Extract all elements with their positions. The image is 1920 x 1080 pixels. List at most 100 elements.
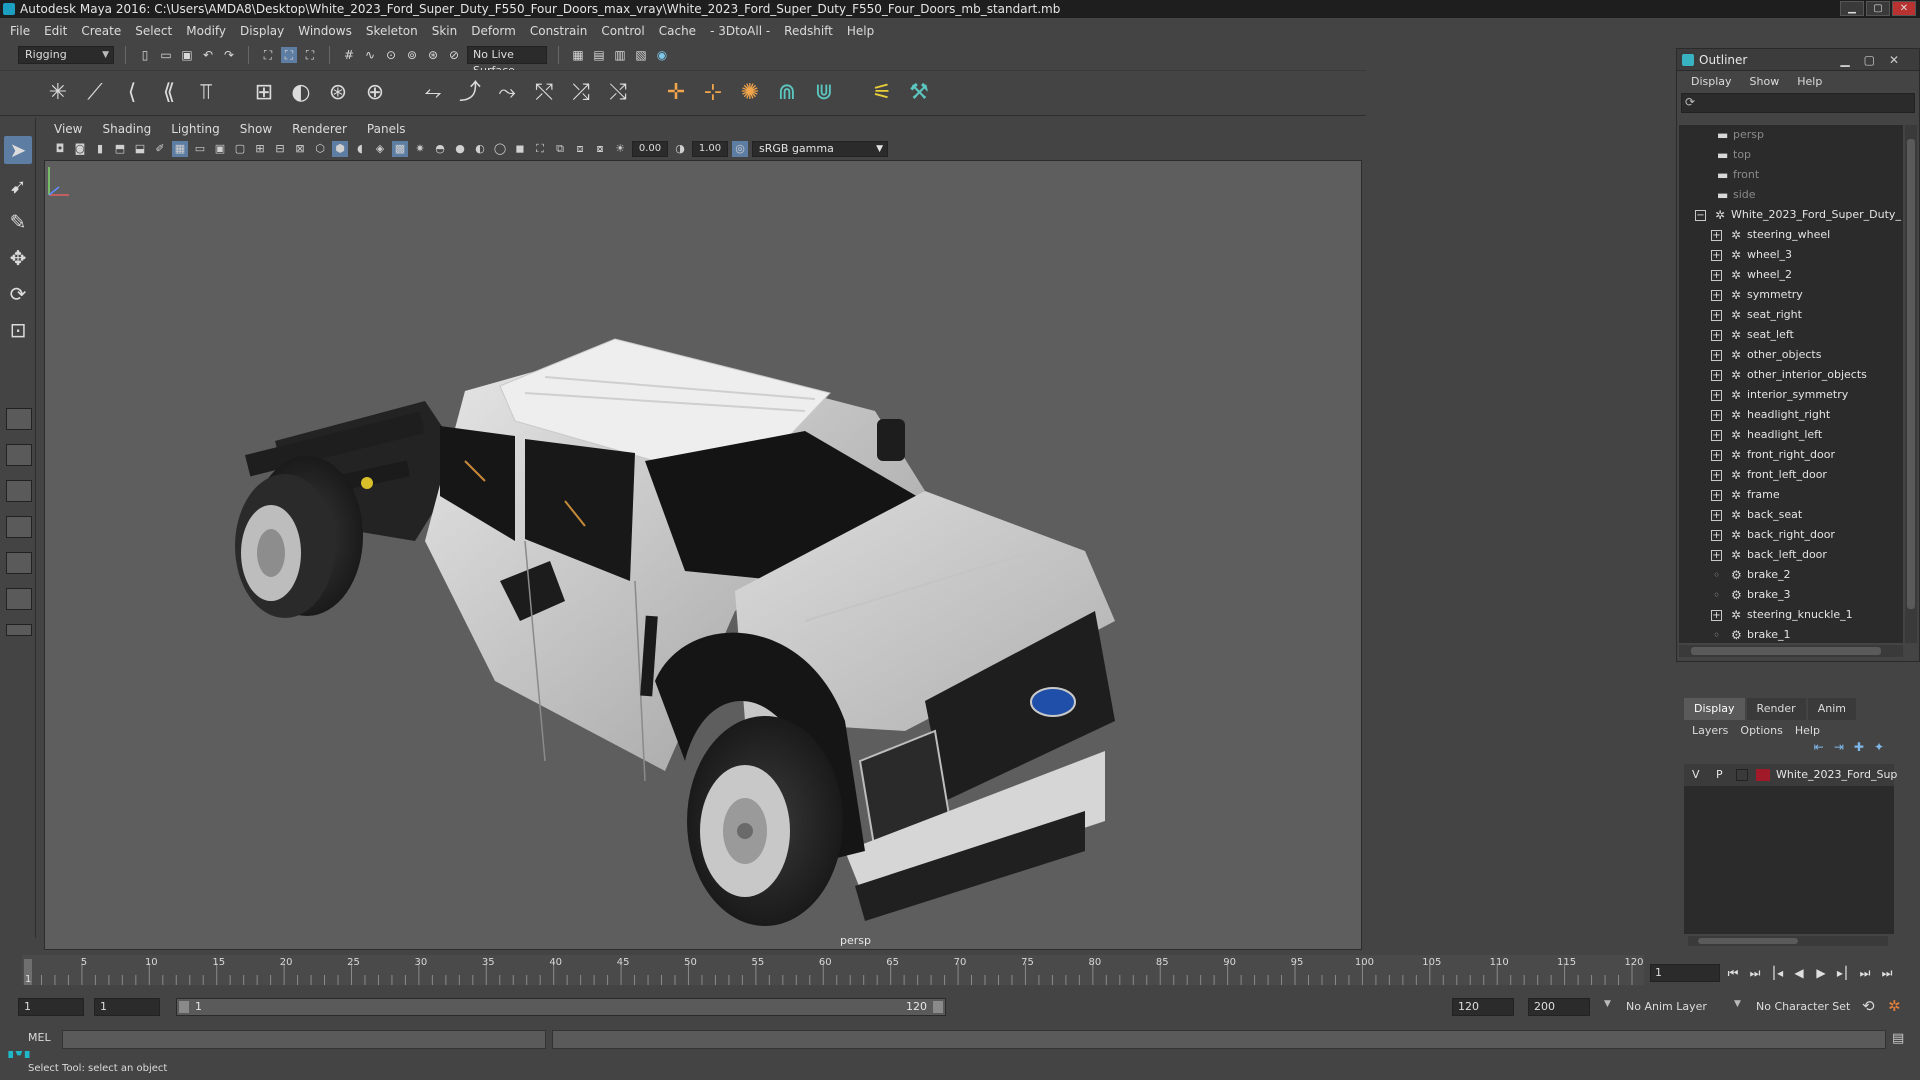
snap-grid-icon[interactable]: # bbox=[341, 47, 357, 63]
auto-key-icon[interactable]: ⟲ bbox=[1862, 997, 1875, 1015]
menu-modify[interactable]: Modify bbox=[186, 24, 226, 38]
xray-joints-icon[interactable]: ⧈ bbox=[572, 141, 588, 157]
menu-select[interactable]: Select bbox=[135, 24, 172, 38]
expand-icon[interactable]: + bbox=[1711, 390, 1722, 401]
expand-icon[interactable]: + bbox=[1711, 410, 1722, 421]
outliner-item[interactable]: + ✲ back_right_door bbox=[1679, 525, 1903, 545]
soft-mod-icon[interactable]: ⤭ bbox=[604, 79, 632, 107]
move-layer-down-icon[interactable]: ⇥ bbox=[1834, 740, 1844, 760]
resolution-gate-icon[interactable]: ▣ bbox=[212, 141, 228, 157]
layer-display-type-toggle[interactable] bbox=[1736, 769, 1748, 781]
go-to-end-icon[interactable]: ⏭ bbox=[1878, 964, 1896, 982]
shadows-icon[interactable]: ◓ bbox=[432, 141, 448, 157]
lasso-tool-icon[interactable]: ➹ bbox=[4, 172, 32, 200]
panel-menu-lighting[interactable]: Lighting bbox=[171, 122, 220, 136]
orient-constraint-icon[interactable]: ✺ bbox=[736, 79, 764, 107]
two-d-pan-icon[interactable]: ⬓ bbox=[132, 141, 148, 157]
current-frame-field[interactable]: 1 bbox=[1650, 964, 1720, 982]
layer-editor-scrollbar[interactable] bbox=[1688, 936, 1888, 946]
range-start-handle[interactable] bbox=[179, 1001, 189, 1013]
outliner-item[interactable]: + ✲ steering_wheel bbox=[1679, 225, 1903, 245]
step-forward-frame-icon[interactable]: ▸⎮ bbox=[1834, 964, 1852, 982]
expand-icon[interactable]: + bbox=[1711, 310, 1722, 321]
ik-spline-icon[interactable]: ⟨ bbox=[118, 79, 146, 107]
safe-action-icon[interactable]: ⊟ bbox=[272, 141, 288, 157]
panel-menu-shading[interactable]: Shading bbox=[102, 122, 151, 136]
menu-skin[interactable]: Skin bbox=[432, 24, 458, 38]
film-gate-icon[interactable]: ▭ bbox=[192, 141, 208, 157]
outliner-window-buttons[interactable]: ▁▢✕ bbox=[1840, 49, 1913, 71]
default-material-icon[interactable]: ◖ bbox=[352, 141, 368, 157]
expand-icon[interactable]: + bbox=[1711, 330, 1722, 341]
perspective-viewport[interactable]: persp bbox=[44, 160, 1362, 950]
motion-blur-icon[interactable]: ◐ bbox=[472, 141, 488, 157]
safe-title-icon[interactable]: ⊠ bbox=[292, 141, 308, 157]
menu-redshift[interactable]: Redshift bbox=[784, 24, 833, 38]
wire-deformer-icon[interactable]: ⤲ bbox=[530, 79, 558, 107]
snap-point-icon[interactable]: ⊙ bbox=[383, 47, 399, 63]
expand-icon[interactable]: + bbox=[1711, 290, 1722, 301]
range-end-handle[interactable] bbox=[933, 1001, 943, 1013]
layer-tab-anim[interactable]: Anim bbox=[1807, 698, 1856, 720]
outliner-item[interactable]: + ✲ interior_symmetry bbox=[1679, 385, 1903, 405]
outliner-vertical-scrollbar[interactable] bbox=[1905, 125, 1917, 643]
new-empty-layer-icon[interactable]: ✚ bbox=[1854, 740, 1864, 760]
new-layer-selected-icon[interactable]: ✦ bbox=[1874, 740, 1884, 760]
ik-handle-icon[interactable]: ⟋ bbox=[81, 79, 109, 107]
expand-icon[interactable]: + bbox=[1711, 250, 1722, 261]
step-back-frame-icon[interactable]: ⎮◂ bbox=[1768, 964, 1786, 982]
go-to-start-icon[interactable]: ⏮ bbox=[1724, 964, 1742, 982]
layer-menu-help[interactable]: Help bbox=[1795, 724, 1820, 737]
outliner-menu-display[interactable]: Display bbox=[1691, 75, 1732, 88]
layer-tab-display[interactable]: Display bbox=[1684, 698, 1745, 720]
joint-tool-icon[interactable]: ✳ bbox=[44, 79, 72, 107]
outliner-item[interactable]: ▬ persp bbox=[1679, 125, 1903, 145]
layer-row[interactable]: V P White_2023_Ford_Sup bbox=[1684, 764, 1897, 786]
wireframe-on-shaded-icon[interactable]: ◈ bbox=[372, 141, 388, 157]
render-view-icon[interactable]: ▧ bbox=[633, 47, 649, 63]
script-editor-icon[interactable]: ▤ bbox=[1892, 1031, 1904, 1046]
range-options-chevron-icon[interactable]: ▼ bbox=[1604, 999, 1611, 1009]
blend-shape-icon[interactable]: ⤴ bbox=[456, 79, 484, 107]
use-all-lights-icon[interactable]: ✷ bbox=[412, 141, 428, 157]
layer-tab-render[interactable]: Render bbox=[1746, 698, 1806, 720]
live-surface-field[interactable]: No Live Surface bbox=[467, 46, 547, 77]
camera-attributes-icon[interactable]: ◙ bbox=[72, 141, 88, 157]
anim-layer-dropdown[interactable]: No Anim Layer bbox=[1620, 998, 1736, 1016]
menu-windows[interactable]: Windows bbox=[298, 24, 352, 38]
outliner-menu-show[interactable]: Show bbox=[1750, 75, 1780, 88]
gamma-field[interactable]: 1.00 bbox=[692, 141, 728, 157]
expand-icon[interactable]: + bbox=[1711, 550, 1722, 561]
expand-icon[interactable]: + bbox=[1711, 370, 1722, 381]
point-constraint-icon[interactable]: ⋒ bbox=[773, 79, 801, 107]
expand-icon[interactable]: + bbox=[1711, 610, 1722, 621]
outliner-item[interactable]: + ✲ headlight_right bbox=[1679, 405, 1903, 425]
gamma-icon[interactable]: ◑ bbox=[672, 141, 688, 157]
menu-help[interactable]: Help bbox=[847, 24, 874, 38]
panel-menu-renderer[interactable]: Renderer bbox=[292, 122, 347, 136]
set-driven-key-icon[interactable]: ⚟ bbox=[868, 79, 896, 107]
character-set-dropdown[interactable]: No Character Set bbox=[1750, 998, 1868, 1016]
command-input[interactable] bbox=[62, 1030, 546, 1049]
select-tool-icon[interactable]: ➤ bbox=[4, 136, 32, 164]
screen-space-ao-icon[interactable]: ● bbox=[452, 141, 468, 157]
expand-icon[interactable]: + bbox=[1711, 230, 1722, 241]
menu-create[interactable]: Create bbox=[81, 24, 121, 38]
outliner-filter-field[interactable]: ⟳ bbox=[1681, 93, 1915, 113]
isolate-select-icon[interactable]: ⛶ bbox=[532, 141, 548, 157]
rotate-tool-icon[interactable]: ⟳ bbox=[4, 280, 32, 308]
new-scene-icon[interactable]: ▯ bbox=[137, 47, 153, 63]
layer-menu-layers[interactable]: Layers bbox=[1692, 724, 1728, 737]
xray-active-icon[interactable]: ⧇ bbox=[592, 141, 608, 157]
expand-icon[interactable]: + bbox=[1711, 510, 1722, 521]
outliner-item[interactable]: + ✲ front_left_door bbox=[1679, 465, 1903, 485]
playback-start-field[interactable]: 1 bbox=[94, 998, 160, 1016]
layer-playback-toggle[interactable]: P bbox=[1716, 764, 1723, 786]
sculpt-deformer-icon[interactable]: ⤮ bbox=[567, 79, 595, 107]
image-plane-icon[interactable]: ⬒ bbox=[112, 141, 128, 157]
expand-icon[interactable]: + bbox=[1711, 530, 1722, 541]
open-scene-icon[interactable]: ▭ bbox=[158, 47, 174, 63]
close-button[interactable]: ✕ bbox=[1892, 1, 1916, 16]
paint-select-tool-icon[interactable]: ✎ bbox=[4, 208, 32, 236]
persp-outliner-layout-icon[interactable] bbox=[6, 480, 32, 502]
